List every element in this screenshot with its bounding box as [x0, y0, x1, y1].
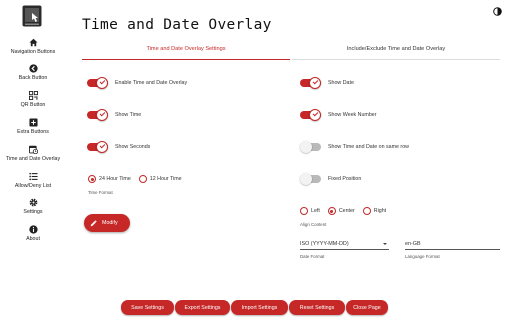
radio-circle[interactable] [88, 175, 96, 183]
toggle-switch[interactable] [300, 141, 321, 153]
radio-align-left[interactable]: Left [300, 207, 320, 215]
sidebar-item-label: Time and Date Overlay [5, 156, 61, 162]
sidebar: Navigation Buttons Back Button QR Button… [0, 0, 66, 320]
info-icon [28, 225, 38, 234]
export-settings-button[interactable]: Export Settings [175, 300, 230, 315]
tab-include-exclude[interactable]: Include/Exclude Time and Date Overlay [292, 44, 500, 60]
sidebar-item-label: Extra Buttons [17, 129, 49, 135]
toggle-show-seconds[interactable]: Show Seconds [87, 141, 150, 153]
toggle-switch[interactable] [300, 109, 321, 121]
sidebar-item-about[interactable]: About [0, 225, 66, 242]
radio-circle[interactable] [138, 175, 147, 183]
toggle-label: Show Time [115, 112, 142, 118]
radio-align-right[interactable]: Right [362, 207, 387, 215]
app-logo-icon [22, 5, 42, 27]
align-content-radio-group: Left Center Right [300, 207, 394, 215]
import-settings-button[interactable]: Import Settings [231, 300, 288, 315]
toggle-switch[interactable] [300, 173, 321, 185]
close-page-button[interactable]: Close Page [346, 300, 388, 315]
radio-align-center[interactable]: Center [327, 207, 355, 215]
radio-label: Right [373, 208, 387, 214]
toggle-label: Show Week Number [328, 112, 377, 118]
sidebar-item-label: About [26, 236, 40, 242]
page-title: Time and Date Overlay [82, 17, 272, 33]
radio-label: Left [311, 208, 320, 214]
language-format-field[interactable] [405, 240, 500, 247]
save-settings-button[interactable]: Save Settings [121, 300, 174, 315]
toggle-label: Show Date [328, 80, 354, 86]
time-format-radio-group: 24 Hour Time 12 Hour Time [88, 175, 190, 183]
sidebar-item-qr-button[interactable]: QR Button [0, 91, 66, 108]
reset-settings-button[interactable]: Reset Settings [289, 300, 345, 315]
radio-24-hour[interactable]: 24 Hour Time [88, 175, 131, 183]
toggle-fixed-position[interactable]: Fixed Position [300, 173, 361, 185]
toggle-label: Show Seconds [115, 144, 151, 150]
toggle-label: Fixed Position [328, 176, 362, 182]
toggle-switch[interactable] [87, 77, 108, 89]
gear-icon [29, 198, 37, 207]
date-format-value: ISO (YYYY-MM-DD) [300, 240, 349, 247]
list-icon [28, 172, 38, 181]
align-content-caption: Align Content [300, 222, 327, 227]
toggle-label: Enable Time and Date Overlay [115, 80, 188, 86]
language-format-caption: Language Format [405, 254, 440, 259]
toggle-label: Show Time and Date on same row [328, 144, 409, 150]
radio-label: Center [338, 208, 355, 214]
pencil-icon [90, 219, 97, 226]
sidebar-item-label: QR Button [20, 102, 46, 108]
home-icon [28, 38, 38, 47]
toggle-show-week-number[interactable]: Show Week Number [300, 109, 376, 121]
toggle-switch[interactable] [87, 141, 108, 153]
toggle-show-time[interactable]: Show Time [87, 109, 141, 121]
back-arrow-icon [28, 64, 38, 73]
tab-time-and-date-overlay-settings[interactable]: Time and Date Overlay Settings [82, 44, 290, 60]
toggle-same-row[interactable]: Show Time and Date on same row [300, 141, 409, 153]
sidebar-item-label: Allow/Deny List [14, 183, 52, 189]
sidebar-item-navigation-buttons[interactable]: Navigation Buttons [0, 38, 66, 55]
radio-label: 24 Hour Time [99, 176, 131, 182]
calendar-clock-icon [28, 145, 38, 154]
sidebar-item-allow-deny-list[interactable]: Allow/Deny List [0, 172, 66, 189]
date-format-caption: Date Format [300, 254, 325, 259]
sidebar-item-extra-buttons[interactable]: Extra Buttons [0, 118, 66, 135]
toggle-switch[interactable] [300, 77, 321, 89]
radio-circle[interactable] [300, 207, 308, 215]
qr-code-icon [28, 91, 38, 100]
toggle-show-date[interactable]: Show Date [300, 77, 354, 89]
modify-button-label: Modify [102, 220, 118, 226]
sidebar-item-back-button[interactable]: Back Button [0, 64, 66, 81]
time-format-caption: Time Format [88, 190, 113, 195]
plus-box-icon [28, 118, 38, 127]
radio-label: 12 Hour Time [149, 176, 182, 182]
dropdown-arrow-icon [383, 242, 387, 245]
sidebar-item-time-and-date-overlay[interactable]: Time and Date Overlay [0, 145, 66, 162]
toggle-enable-overlay[interactable]: Enable Time and Date Overlay [87, 77, 187, 89]
sidebar-item-label: Navigation Buttons [10, 49, 56, 55]
radio-circle[interactable] [327, 207, 336, 215]
toggle-switch[interactable] [87, 109, 108, 121]
sidebar-item-label: Back Button [18, 75, 48, 81]
date-format-select[interactable]: ISO (YYYY-MM-DD) [300, 238, 389, 250]
sidebar-item-settings[interactable]: Settings [0, 198, 66, 215]
theme-toggle-icon[interactable] [493, 7, 502, 16]
sidebar-item-label: Settings [23, 209, 43, 215]
language-format-input[interactable] [405, 238, 500, 250]
radio-circle[interactable] [362, 207, 371, 215]
modify-button[interactable]: Modify [84, 214, 130, 232]
radio-12-hour[interactable]: 12 Hour Time [138, 175, 182, 183]
bottom-action-bar: Save Settings Export Settings Import Set… [121, 300, 388, 315]
